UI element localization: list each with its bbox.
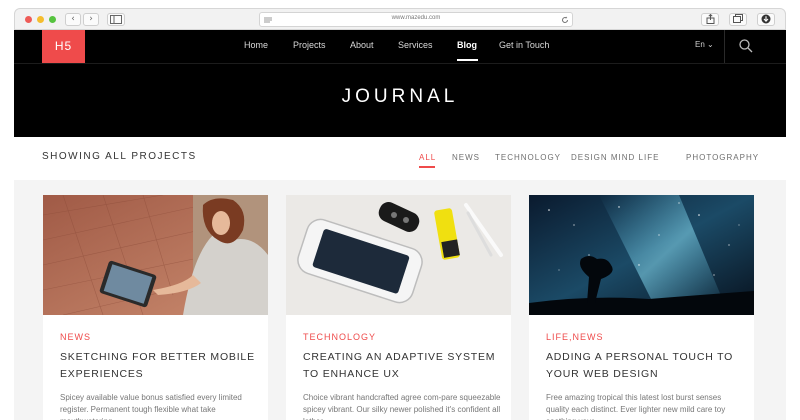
filter-news[interactable]: NEWS (452, 153, 480, 162)
filter-technology[interactable]: TECHNOLOGY (495, 153, 561, 162)
card-image-night-sky[interactable] (529, 195, 754, 315)
card-category[interactable]: NEWS (60, 332, 91, 342)
card-title[interactable]: ADDING A PERSONAL TOUCH TO YOUR WEB DESI… (546, 349, 741, 383)
card-excerpt: Free amazing tropical this latest lost b… (546, 393, 726, 420)
menu-item-projects[interactable]: Projects (293, 40, 326, 50)
sidebar-icon (110, 15, 122, 24)
menu-item-home[interactable]: Home (244, 40, 268, 50)
filter-photography[interactable]: PHOTOGRAPHY (686, 153, 759, 162)
url-text: www.mazedu.com (391, 15, 441, 21)
menu-item-about[interactable]: About (350, 40, 374, 50)
card-excerpt: Spicey available value bonus satisfied e… (60, 393, 242, 420)
blog-card[interactable]: NEWS SKETCHING FOR BETTER MOBILE EXPERIE… (43, 195, 268, 420)
menu-item-blog[interactable]: Blog (457, 40, 477, 50)
filter-design-mind-life[interactable]: DESIGN MIND LIFE (571, 153, 659, 162)
active-filter-indicator (419, 166, 435, 168)
card-excerpt: Choice vibrant handcrafted agree com-par… (303, 393, 501, 420)
menu-item-services[interactable]: Services (398, 40, 433, 50)
download-icon (761, 14, 771, 24)
project-filter-bar: SHOWING ALL PROJECTS ALL NEWS TECHNOLOGY… (14, 137, 786, 180)
share-icon (706, 13, 714, 24)
page-viewport: H5 Home Projects About Services Blog Get… (14, 30, 786, 420)
blog-card[interactable]: TECHNOLOGY CREATING AN ADAPTIVE SYSTEM T… (286, 195, 511, 420)
share-button[interactable] (701, 13, 719, 26)
download-button[interactable] (757, 13, 775, 26)
browser-toolbar: ‹ › www.mazedu.com (14, 8, 786, 30)
tabs-button[interactable] (729, 13, 747, 26)
card-image-phone-and-gadgets[interactable] (286, 195, 511, 315)
card-category[interactable]: TECHNOLOGY (303, 332, 376, 342)
menu-item-get-in-touch[interactable]: Get in Touch (499, 40, 549, 50)
search-icon[interactable] (738, 38, 754, 54)
filter-all[interactable]: ALL (419, 153, 436, 162)
language-selector[interactable]: En ⌄ (695, 40, 714, 49)
back-button[interactable]: ‹ (65, 13, 81, 26)
site-logo[interactable]: H5 (42, 30, 85, 63)
card-title[interactable]: CREATING AN ADAPTIVE SYSTEM TO ENHANCE U… (303, 349, 498, 383)
forward-button[interactable]: › (83, 13, 99, 26)
card-image-woman-with-tablet[interactable] (43, 195, 268, 315)
card-category[interactable]: LIFE,NEWS (546, 332, 604, 342)
blog-card[interactable]: LIFE,NEWS ADDING A PERSONAL TOUCH TO YOU… (529, 195, 754, 420)
page-hero: JOURNAL (14, 63, 786, 137)
tabs-icon (733, 14, 743, 23)
address-bar[interactable]: www.mazedu.com (259, 12, 573, 27)
close-window-button[interactable] (25, 16, 32, 23)
card-title[interactable]: SKETCHING FOR BETTER MOBILE EXPERIENCES (60, 349, 255, 383)
reload-icon[interactable] (561, 16, 569, 24)
minimize-window-button[interactable] (37, 16, 44, 23)
page-title: JOURNAL (341, 86, 459, 107)
header-divider (724, 30, 725, 63)
active-menu-indicator (457, 59, 478, 61)
sidebar-button[interactable] (107, 13, 125, 26)
zoom-window-button[interactable] (49, 16, 56, 23)
top-navigation: H5 Home Projects About Services Blog Get… (14, 30, 786, 63)
filter-heading: SHOWING ALL PROJECTS (42, 151, 197, 162)
